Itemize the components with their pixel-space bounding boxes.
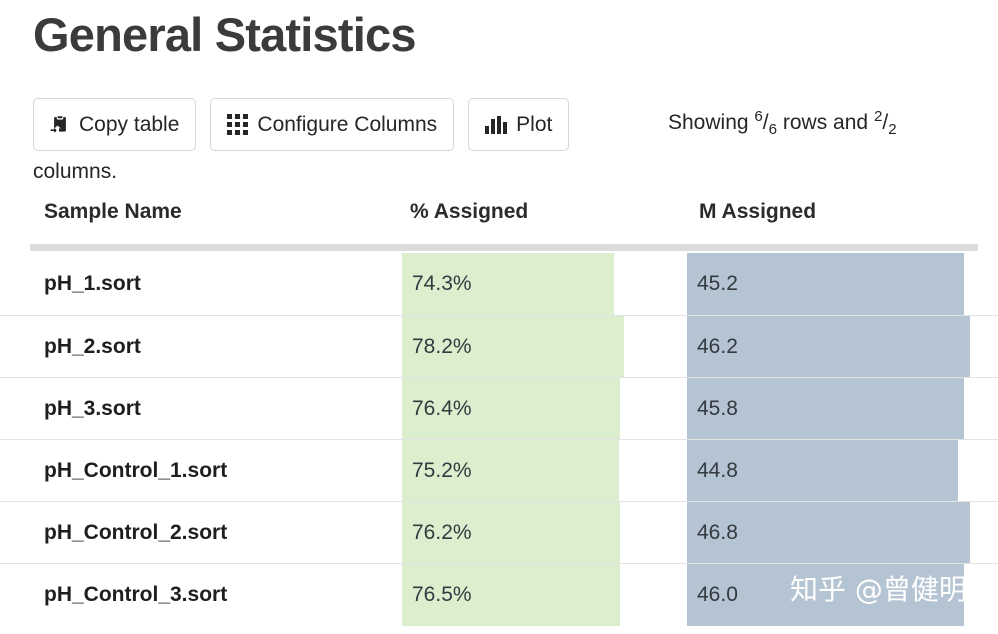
cell-pct-assigned-bar: 76.5% [402,564,620,626]
cell-m-assigned-bar: 46.2 [687,316,970,378]
page-title: General Statistics [33,8,416,61]
header-rule [30,244,978,251]
cell-pct-assigned-bar: 75.2% [402,440,619,502]
cell-m-assigned-bar: 46.0 [687,564,964,626]
cell-sample-name: pH_3.sort [44,397,141,420]
table-body: pH_1.sort 74.3% 45.2 pH_2.sort 78.2% 46.2 pH_3… [0,253,998,626]
cell-pct-assigned-value: 76.5% [412,583,472,606]
cols-total: 2 [888,121,897,139]
rows-total: 6 [768,121,778,139]
cell-pct-assigned-bar: 74.3% [402,253,614,315]
cell-pct-assigned-value: 74.3% [412,272,472,295]
cell-pct-assigned-bar: 76.4% [402,378,620,440]
grid-3x3-icon [227,114,249,135]
column-header-pct-assigned[interactable]: % Assigned [410,200,528,224]
showing-prefix: Showing [668,111,755,134]
cell-sample-name: pH_Control_1.sort [44,459,228,482]
copy-table-button[interactable]: Copy table [33,98,197,151]
cell-pct-assigned-value: 76.2% [412,521,472,544]
table-row: pH_3.sort 76.4% 45.8 [0,377,998,440]
cell-m-assigned-bar: 45.8 [687,378,964,440]
cell-m-assigned-bar: 45.2 [687,253,964,315]
cell-m-assigned-value: 46.2 [697,335,738,358]
cell-m-assigned-bar: 44.8 [687,440,958,502]
cell-pct-assigned-value: 76.4% [412,397,472,420]
configure-columns-label: Configure Columns [257,112,438,136]
copy-table-label: Copy table [79,112,180,136]
cols-shown: 2 [873,108,883,125]
cell-pct-assigned-value: 75.2% [412,459,472,482]
plot-button[interactable]: Plot [468,98,570,151]
cell-sample-name: pH_Control_2.sort [44,521,228,544]
table-row: pH_Control_3.sort 76.5% 46.0 [0,563,998,626]
column-header-m-assigned[interactable]: M Assigned [699,200,816,224]
cell-sample-name: pH_2.sort [44,335,141,358]
showing-mid: rows and [777,111,874,134]
showing-status-continuation: columns. [33,160,118,183]
cell-pct-assigned-bar: 78.2% [402,316,624,378]
table-header-row: Sample Name % Assigned M Assigned [0,200,998,251]
rows-shown: 6 [754,108,763,125]
bar-chart-icon [485,115,508,134]
table-toolbar: Copy table Configure Columns Plot [33,98,583,151]
configure-columns-button[interactable]: Configure Columns [210,98,455,151]
cell-sample-name: pH_1.sort [44,272,141,295]
cell-sample-name: pH_Control_3.sort [44,583,228,606]
cell-m-assigned-value: 45.8 [697,397,738,420]
general-statistics-table: Sample Name % Assigned M Assigned pH_1.s… [0,200,998,626]
plot-label: Plot [516,112,553,136]
showing-status: Showing 6/6 rows and 2/2 [668,108,897,139]
cell-pct-assigned-value: 78.2% [412,335,472,358]
cell-m-assigned-value: 46.0 [697,583,738,606]
table-row: pH_2.sort 78.2% 46.2 [0,315,998,378]
table-row: pH_Control_1.sort 75.2% 44.8 [0,439,998,502]
table-row: pH_1.sort 74.3% 45.2 [0,253,998,315]
cell-m-assigned-value: 44.8 [697,459,738,482]
clipboard-arrow-icon [50,114,70,135]
general-statistics-panel: General Statistics Copy table Configure … [0,0,998,634]
cell-m-assigned-value: 46.8 [697,521,738,544]
column-header-sample-name[interactable]: Sample Name [44,200,182,224]
cell-pct-assigned-bar: 76.2% [402,502,620,564]
cell-m-assigned-bar: 46.8 [687,502,970,564]
table-row: pH_Control_2.sort 76.2% 46.8 [0,501,998,564]
cell-m-assigned-value: 45.2 [697,272,738,295]
